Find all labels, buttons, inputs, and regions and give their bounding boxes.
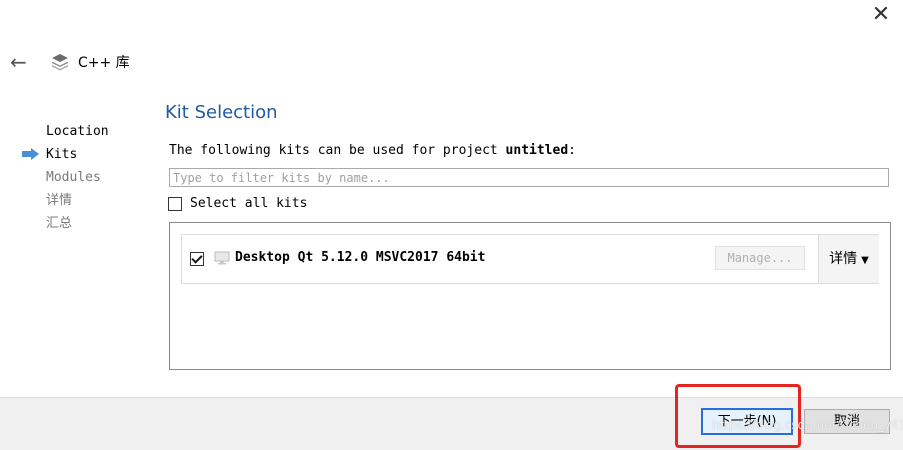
- layers-icon: [52, 54, 68, 71]
- intro-prefix: The following kits can be used for proje…: [169, 143, 506, 158]
- kit-row: Desktop Qt 5.12.0 MSVC2017 64bit Manage.…: [181, 234, 879, 284]
- intro-suffix: :: [568, 143, 576, 158]
- page-title: Kit Selection: [165, 102, 278, 123]
- wizard-title: C++ 库: [78, 55, 130, 71]
- kit-list: Desktop Qt 5.12.0 MSVC2017 64bit Manage.…: [169, 222, 891, 370]
- select-all-checkbox[interactable]: [168, 196, 182, 211]
- kit-name: Desktop Qt 5.12.0 MSVC2017 64bit: [235, 250, 486, 265]
- current-step-arrow-icon: [22, 148, 39, 160]
- project-name: untitled: [505, 143, 569, 158]
- wizard-steps: Location Kits Modules 详情 汇总: [22, 120, 109, 235]
- manage-button[interactable]: Manage...: [715, 246, 805, 270]
- monitor-icon: [214, 251, 230, 265]
- step-kits: Kits: [22, 143, 109, 166]
- select-all-kits[interactable]: Select all kits: [168, 196, 307, 211]
- step-label: Kits: [46, 147, 78, 162]
- step-label: Location: [46, 124, 109, 139]
- step-details: 详情: [22, 189, 109, 212]
- kit-filter-input[interactable]: [169, 168, 889, 187]
- step-label: 汇总: [46, 216, 73, 231]
- step-summary: 汇总: [22, 212, 109, 235]
- step-modules: Modules: [22, 166, 109, 189]
- details-dropdown-button[interactable]: 详情 ▼: [818, 235, 879, 283]
- wizard-header: ← C++ 库: [10, 50, 130, 74]
- intro-text: The following kits can be used for proje…: [169, 143, 576, 158]
- close-icon[interactable]: ✕: [868, 4, 894, 26]
- caret-down-icon: ▼: [861, 255, 869, 266]
- details-label: 详情: [829, 251, 858, 267]
- select-all-label: Select all kits: [190, 196, 308, 211]
- kit-checkbox[interactable]: [190, 252, 204, 266]
- step-label: Modules: [46, 170, 101, 185]
- watermark: https://blog.csdn.net/Cchen_y413: [712, 418, 903, 432]
- step-location: Location: [22, 120, 109, 143]
- back-arrow-icon[interactable]: ←: [10, 52, 34, 72]
- step-label: 详情: [46, 193, 73, 208]
